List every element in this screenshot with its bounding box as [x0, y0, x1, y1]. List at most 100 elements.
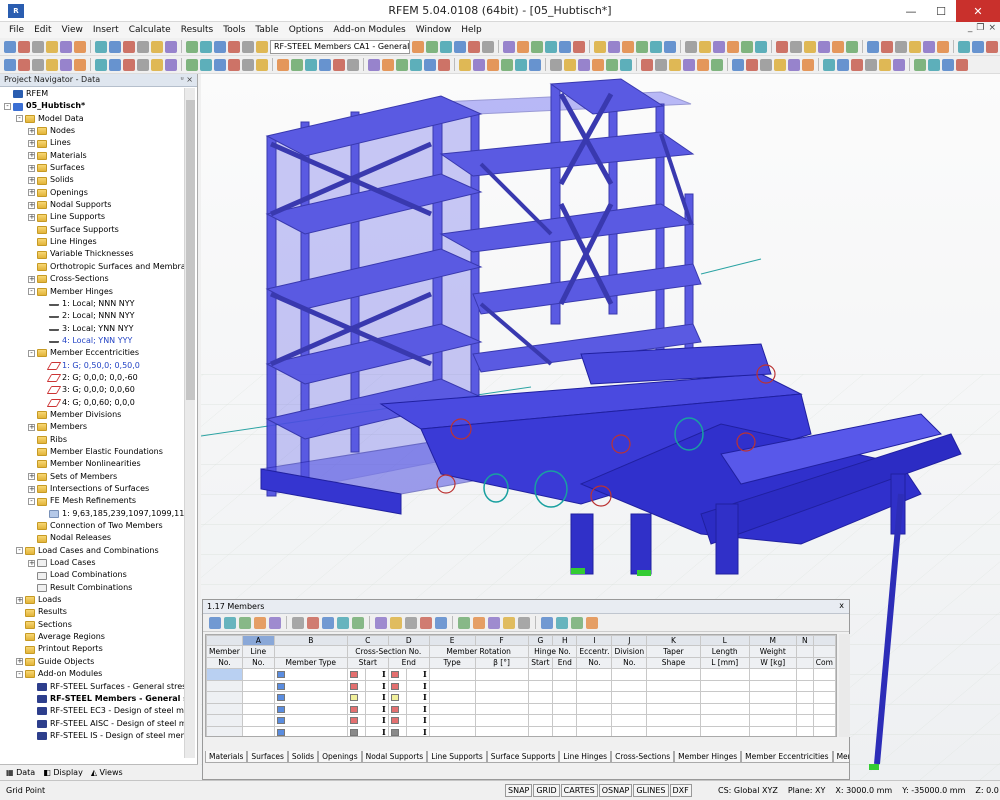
toolbar-tool-icon[interactable] [487, 59, 499, 71]
table-tool-icon[interactable] [322, 617, 334, 629]
sheet-tab-nodal-supports[interactable]: Nodal Supports [362, 751, 428, 763]
toolbar-tool-icon[interactable] [200, 59, 212, 71]
toolbar-tool-icon[interactable] [846, 41, 858, 53]
rotation-type-cell[interactable] [429, 669, 475, 681]
toolbar-tool-icon[interactable] [277, 59, 289, 71]
comment-cell[interactable] [813, 669, 835, 681]
toolbar-tool-icon[interactable] [697, 59, 709, 71]
tree-item-4-g-0-0-60-0-0-0[interactable]: 4: G; 0,0,60; 0,0,0 [0, 397, 184, 409]
comment-cell[interactable] [813, 703, 835, 715]
toolbar-tool-icon[interactable] [368, 59, 380, 71]
rotation-type-cell[interactable] [429, 726, 475, 737]
toolbar-tool-icon[interactable] [559, 41, 571, 53]
status-mode-cartes[interactable]: CARTES [561, 784, 598, 797]
tree-item-1-9-63-185-239-1097-1099-1100[interactable]: 1: 9,63,185,239,1097,1099,1100, [0, 508, 184, 520]
length-cell[interactable] [700, 669, 749, 681]
tree-item-rf-steel-members-general-str[interactable]: RF-STEEL Members - General str [0, 693, 184, 705]
tree-item-load-cases-and-combinations[interactable]: -Load Cases and Combinations [0, 545, 184, 557]
toolbar-tool-icon[interactable] [151, 41, 163, 53]
weight-cell[interactable] [749, 715, 796, 727]
toolbar-tool-icon[interactable] [18, 41, 30, 53]
tree-item-1-local-nnn-nyy[interactable]: 1: Local; NNN NYY [0, 298, 184, 310]
menu-window[interactable]: Window [411, 25, 457, 35]
tree-item-surface-supports[interactable]: Surface Supports [0, 224, 184, 236]
sheet-tab-member-hinges[interactable]: Member Hinges [674, 751, 741, 763]
menu-results[interactable]: Results [176, 25, 219, 35]
hinge-start-cell[interactable] [528, 726, 553, 737]
column-letter-m[interactable]: M [749, 636, 796, 646]
sheet-tab-line-hinges[interactable]: Line Hinges [559, 751, 611, 763]
division-cell[interactable] [612, 669, 647, 681]
column-letter-f[interactable]: F [475, 636, 528, 646]
toolbar-tool-icon[interactable] [832, 41, 844, 53]
column-letter-n[interactable]: N [796, 636, 813, 646]
line-number-cell[interactable] [242, 715, 274, 727]
tree-item-lines[interactable]: +Lines [0, 137, 184, 149]
menu-edit[interactable]: Edit [29, 25, 56, 35]
toolbar-tool-icon[interactable] [503, 41, 515, 53]
toolbar-tool-icon[interactable] [396, 59, 408, 71]
toolbar-tool-icon[interactable] [790, 41, 802, 53]
toolbar-tool-icon[interactable] [186, 59, 198, 71]
expand-icon[interactable]: + [16, 658, 23, 665]
hinge-end-cell[interactable] [553, 669, 577, 681]
table-tool-icon[interactable] [307, 617, 319, 629]
cs-start-cell[interactable]: I [365, 680, 388, 692]
member-number-cell[interactable] [207, 715, 243, 727]
toolbar-tool-icon[interactable] [242, 59, 254, 71]
toolbar-tool-icon[interactable] [424, 59, 436, 71]
tree-item-results[interactable]: Results [0, 606, 184, 618]
collapse-icon[interactable]: - [16, 115, 23, 122]
menu-table[interactable]: Table [250, 25, 283, 35]
sheet-tab-member-eccentricities[interactable]: Member Eccentricities [741, 751, 832, 763]
tree-item-result-combinations[interactable]: Result Combinations [0, 582, 184, 594]
toolbar-tool-icon[interactable] [608, 41, 620, 53]
tree-item-member-hinges[interactable]: -Member Hinges [0, 286, 184, 298]
toolbar-tool-icon[interactable] [32, 59, 44, 71]
table-tool-icon[interactable] [390, 617, 402, 629]
hinge-end-cell[interactable] [553, 692, 577, 704]
table-tool-icon[interactable] [254, 617, 266, 629]
column-letter-g[interactable]: G [528, 636, 553, 646]
member-type-cell[interactable] [274, 715, 347, 727]
tree-item-guide-objects[interactable]: +Guide Objects [0, 656, 184, 668]
tree-item-4-local-ynn-yyy[interactable]: 4: Local; YNN YYY [0, 335, 184, 347]
expand-icon[interactable]: + [28, 202, 35, 209]
sheet-tab-openings[interactable]: Openings [318, 751, 362, 763]
tree-item-printout-reports[interactable]: Printout Reports [0, 643, 184, 655]
tree-item-05-hubtisch[interactable]: -05_Hubtisch* [0, 100, 184, 112]
tree-item-3-g-0-0-0-0-0-60[interactable]: 3: G; 0,0,0; 0,0,60 [0, 384, 184, 396]
taper-cell[interactable] [647, 692, 701, 704]
column-letter-i[interactable]: I [577, 636, 612, 646]
tree-item-fe-mesh-refinements[interactable]: -FE Mesh Refinements [0, 495, 184, 507]
table-tool-icon[interactable] [571, 617, 583, 629]
toolbar-tool-icon[interactable] [305, 59, 317, 71]
toolbar-tool-icon[interactable] [564, 59, 576, 71]
maximize-button[interactable]: ☐ [926, 0, 956, 22]
eccentricity-cell[interactable] [577, 703, 612, 715]
tree-item-average-regions[interactable]: Average Regions [0, 631, 184, 643]
rotation-type-cell[interactable] [429, 703, 475, 715]
minimize-button[interactable]: — [896, 0, 926, 22]
toolbar-tool-icon[interactable] [727, 41, 739, 53]
tree-item-rf-steel-aisc-design-of-steel-m[interactable]: RF-STEEL AISC - Design of steel m [0, 718, 184, 730]
table-tool-icon[interactable] [488, 617, 500, 629]
toolbar-tool-icon[interactable] [620, 59, 632, 71]
toolbar-tool-icon[interactable] [46, 41, 58, 53]
tree-item-nodes[interactable]: +Nodes [0, 125, 184, 137]
toolbar-tool-icon[interactable] [228, 59, 240, 71]
axis-cell[interactable] [796, 669, 813, 681]
toolbar-tool-icon[interactable] [4, 59, 16, 71]
toolbar-tool-icon[interactable] [683, 59, 695, 71]
tree-item-member-nonlinearities[interactable]: Member Nonlinearities [0, 458, 184, 470]
toolbar-tool-icon[interactable] [972, 41, 984, 53]
menu-add-on-modules[interactable]: Add-on Modules [328, 25, 410, 35]
expand-icon[interactable]: + [28, 424, 35, 431]
toolbar-tool-icon[interactable] [774, 59, 786, 71]
cs-end-cell[interactable]: I [406, 669, 429, 681]
table-tool-icon[interactable] [458, 617, 470, 629]
tree-item-model-data[interactable]: -Model Data [0, 113, 184, 125]
axis-cell[interactable] [796, 715, 813, 727]
cs-end-cell[interactable]: I [406, 703, 429, 715]
toolbar-tool-icon[interactable] [545, 41, 557, 53]
